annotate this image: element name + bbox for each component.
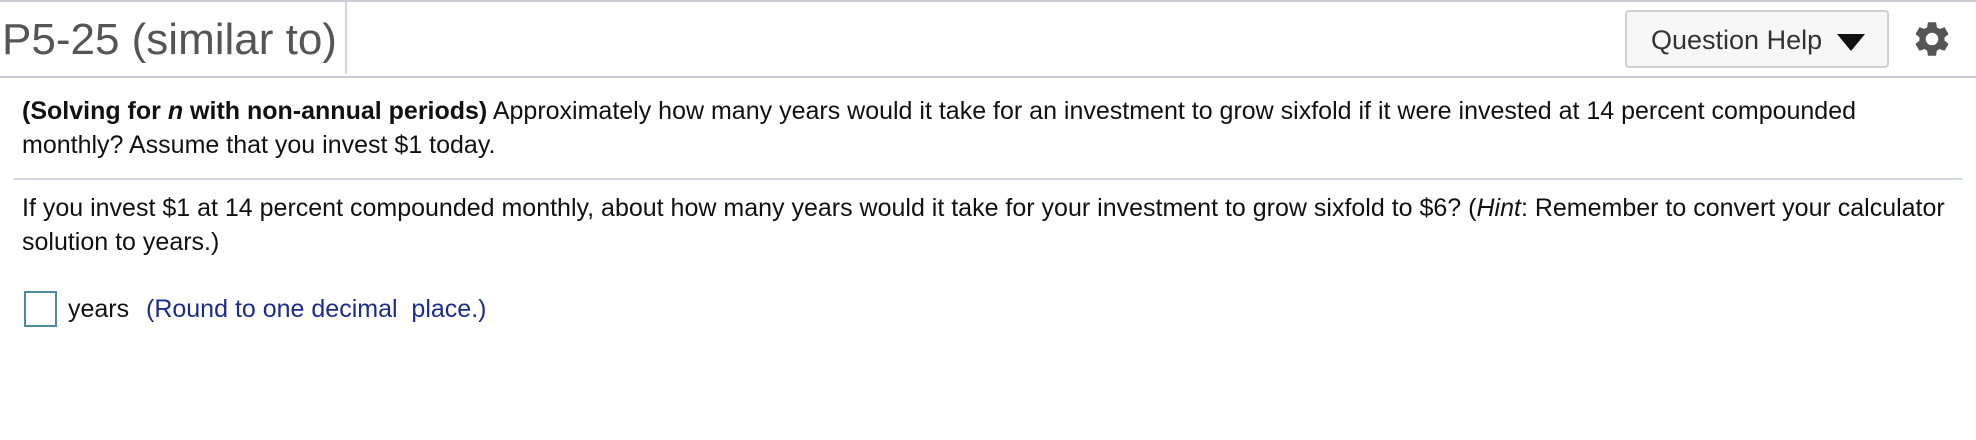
question-title: P5-25 (similar to) — [2, 15, 337, 64]
title-divider — [345, 2, 347, 74]
question-text-before: If you invest $1 at 14 percent compounde… — [22, 194, 1477, 222]
question-help-label: Question Help — [1651, 25, 1823, 55]
answer-unit: years — [68, 295, 130, 323]
question-prompt: If you invest $1 at 14 percent compounde… — [22, 191, 1958, 259]
problem-heading: (Solving for n with non-annual periods) — [22, 97, 487, 125]
question-help-button[interactable]: Question Help — [1625, 10, 1889, 68]
caret-down-icon — [1837, 34, 1865, 51]
problem-statement: (Solving for n with non-annual periods) … — [22, 94, 1958, 162]
problem-heading-close: with non-annual periods) — [183, 97, 488, 125]
question-header: P5-25 (similar to) Question Help — [0, 2, 1976, 78]
hint-label: Hint — [1476, 194, 1521, 222]
gear-icon[interactable] — [1911, 18, 1953, 60]
section-divider — [14, 178, 1962, 180]
rounding-instruction: (Round to one decimal place.) — [146, 295, 487, 323]
problem-heading-open: (Solving for — [22, 97, 168, 125]
problem-heading-variable: n — [167, 97, 184, 125]
answer-input[interactable] — [24, 291, 57, 327]
